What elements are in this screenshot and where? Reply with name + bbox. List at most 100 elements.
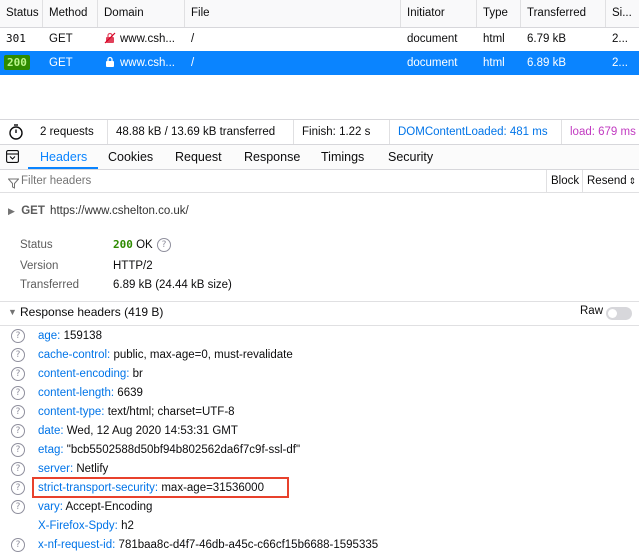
help-icon[interactable]: ?: [11, 481, 25, 495]
help-icon[interactable]: ?: [11, 329, 25, 343]
header-row[interactable]: content-encoding: br: [38, 365, 143, 384]
filter-bar: Block Resend⇕: [0, 170, 639, 193]
column-domain[interactable]: Domain: [98, 0, 185, 27]
type-cell: html: [483, 57, 505, 69]
request-row-selected[interactable]: 200 GET www.csh... / document html 6.89 …: [0, 51, 639, 75]
status-text: OK: [136, 239, 153, 251]
column-initiator[interactable]: Initiator: [401, 0, 477, 27]
tab-cookies[interactable]: Cookies: [108, 145, 153, 169]
header-value: 159138: [63, 330, 102, 342]
header-value: 6639: [117, 387, 143, 399]
tab-timings[interactable]: Timings: [321, 145, 364, 169]
header-key: date:: [38, 425, 64, 437]
help-icon[interactable]: ?: [11, 538, 25, 552]
header-key: content-encoding:: [38, 368, 130, 380]
domain-cell: www.csh...: [120, 57, 175, 69]
transferred-summary: 48.88 kB / 13.69 kB transferred: [108, 120, 294, 144]
size-cell: 2...: [612, 33, 628, 45]
column-type[interactable]: Type: [477, 0, 521, 27]
status-label: Status: [20, 239, 53, 251]
raw-toggle[interactable]: [606, 307, 632, 320]
version-label: Version: [20, 260, 59, 272]
status-code: 200: [113, 238, 133, 251]
expand-triangle-icon: ▶: [8, 206, 15, 216]
help-icon[interactable]: ?: [11, 367, 25, 381]
request-count: 2 requests: [32, 120, 108, 144]
status-value: 200 OK: [113, 236, 153, 255]
load-time: load: 679 ms: [570, 126, 636, 138]
type-cell: html: [483, 33, 505, 45]
header-value: public, max-age=0, must-revalidate: [113, 349, 293, 361]
initiator-cell: document: [407, 33, 458, 45]
transferred-cell: 6.79 kB: [527, 33, 566, 45]
header-key: vary:: [38, 501, 63, 513]
domcontentloaded-time: DOMContentLoaded: 481 ms: [390, 120, 562, 144]
header-key: etag:: [38, 444, 64, 456]
header-key: server:: [38, 463, 74, 475]
method-cell: GET: [49, 33, 73, 45]
header-value: Netlify: [76, 463, 109, 475]
header-row[interactable]: x-nf-request-id: 781baa8c-d4f7-46db-a45c…: [38, 536, 378, 555]
block-button[interactable]: Block: [546, 170, 579, 192]
dropdown-arrows-icon: ⇕: [628, 176, 637, 186]
help-icon[interactable]: ?: [11, 405, 25, 419]
details-tabbar: Headers Cookies Request Response Timings…: [0, 145, 639, 170]
dock-panel-icon[interactable]: [6, 150, 19, 163]
filter-headers-input[interactable]: [21, 173, 521, 189]
header-row-hsts[interactable]: strict-transport-security: max-age=31536…: [38, 479, 264, 498]
header-value: 781baa8c-d4f7-46db-a45c-c66cf15b6688-159…: [118, 539, 379, 551]
tab-request[interactable]: Request: [175, 145, 222, 169]
lock-icon: [104, 53, 116, 67]
header-row[interactable]: content-type: text/html; charset=UTF-8: [38, 403, 235, 422]
header-value: Wed, 12 Aug 2020 14:53:31 GMT: [66, 425, 238, 437]
header-row[interactable]: X-Firefox-Spdy: h2: [38, 517, 134, 536]
header-row[interactable]: date: Wed, 12 Aug 2020 14:53:31 GMT: [38, 422, 238, 441]
column-transferred[interactable]: Transferred: [521, 0, 606, 27]
header-row[interactable]: etag: "bcb5502588d50bf94b802562da6f7c9f-…: [38, 441, 300, 460]
tab-response[interactable]: Response: [244, 145, 300, 169]
collapse-triangle-icon: ▼: [8, 307, 17, 317]
raw-label: Raw: [580, 305, 604, 317]
resend-button[interactable]: Resend ⇕: [582, 170, 639, 192]
help-icon[interactable]: ?: [11, 386, 25, 400]
transferred-label: Transferred: [20, 279, 80, 291]
request-row[interactable]: 301 GET www.csh... / document html 6.79 …: [0, 27, 639, 52]
request-summary-toggle[interactable]: ▶ GET https://www.cshelton.co.uk/: [8, 203, 189, 219]
column-status[interactable]: Status: [0, 0, 43, 27]
header-key: age:: [38, 330, 61, 342]
network-summary-bar: 2 requests 48.88 kB / 13.69 kB transferr…: [0, 119, 639, 145]
header-value: "bcb5502588d50bf94b802562da6f7c9f-ssl-df…: [66, 444, 301, 456]
column-method[interactable]: Method: [43, 0, 98, 27]
help-icon[interactable]: ?: [11, 462, 25, 476]
header-value: max-age=31536000: [161, 482, 264, 494]
header-row[interactable]: age: 159138: [38, 327, 102, 346]
header-value: Accept-Encoding: [65, 501, 153, 513]
domain-cell: www.csh...: [120, 33, 175, 45]
request-url: https://www.cshelton.co.uk/: [50, 205, 189, 217]
header-key: X-Firefox-Spdy:: [38, 520, 118, 532]
response-headers-section[interactable]: ▼ Response headers (419 B) Raw: [0, 301, 639, 326]
transferred-value: 6.89 kB (24.44 kB size): [113, 279, 232, 291]
initiator-cell: document: [407, 57, 458, 69]
filter-icon: [7, 175, 20, 189]
help-icon[interactable]: ?: [11, 424, 25, 438]
tab-security[interactable]: Security: [388, 145, 433, 169]
help-icon[interactable]: ?: [11, 348, 25, 362]
file-cell: /: [191, 57, 195, 69]
column-file[interactable]: File: [185, 0, 401, 27]
column-size[interactable]: Si...: [606, 0, 639, 27]
finish-time: Finish: 1.22 s: [294, 120, 390, 144]
tab-headers[interactable]: Headers: [40, 145, 87, 169]
transferred-cell: 6.89 kB: [527, 57, 566, 69]
header-row[interactable]: content-length: 6639: [38, 384, 143, 403]
version-value: HTTP/2: [113, 260, 153, 272]
help-icon[interactable]: ?: [11, 500, 25, 514]
help-icon[interactable]: ?: [157, 238, 171, 252]
help-icon[interactable]: ?: [11, 443, 25, 457]
network-table-header: Status Method Domain File Initiator Type…: [0, 0, 639, 28]
header-row[interactable]: cache-control: public, max-age=0, must-r…: [38, 346, 293, 365]
header-value: text/html; charset=UTF-8: [107, 406, 235, 418]
header-key: content-type:: [38, 406, 105, 418]
header-row[interactable]: vary: Accept-Encoding: [38, 498, 152, 517]
status-code: 200: [4, 55, 30, 70]
